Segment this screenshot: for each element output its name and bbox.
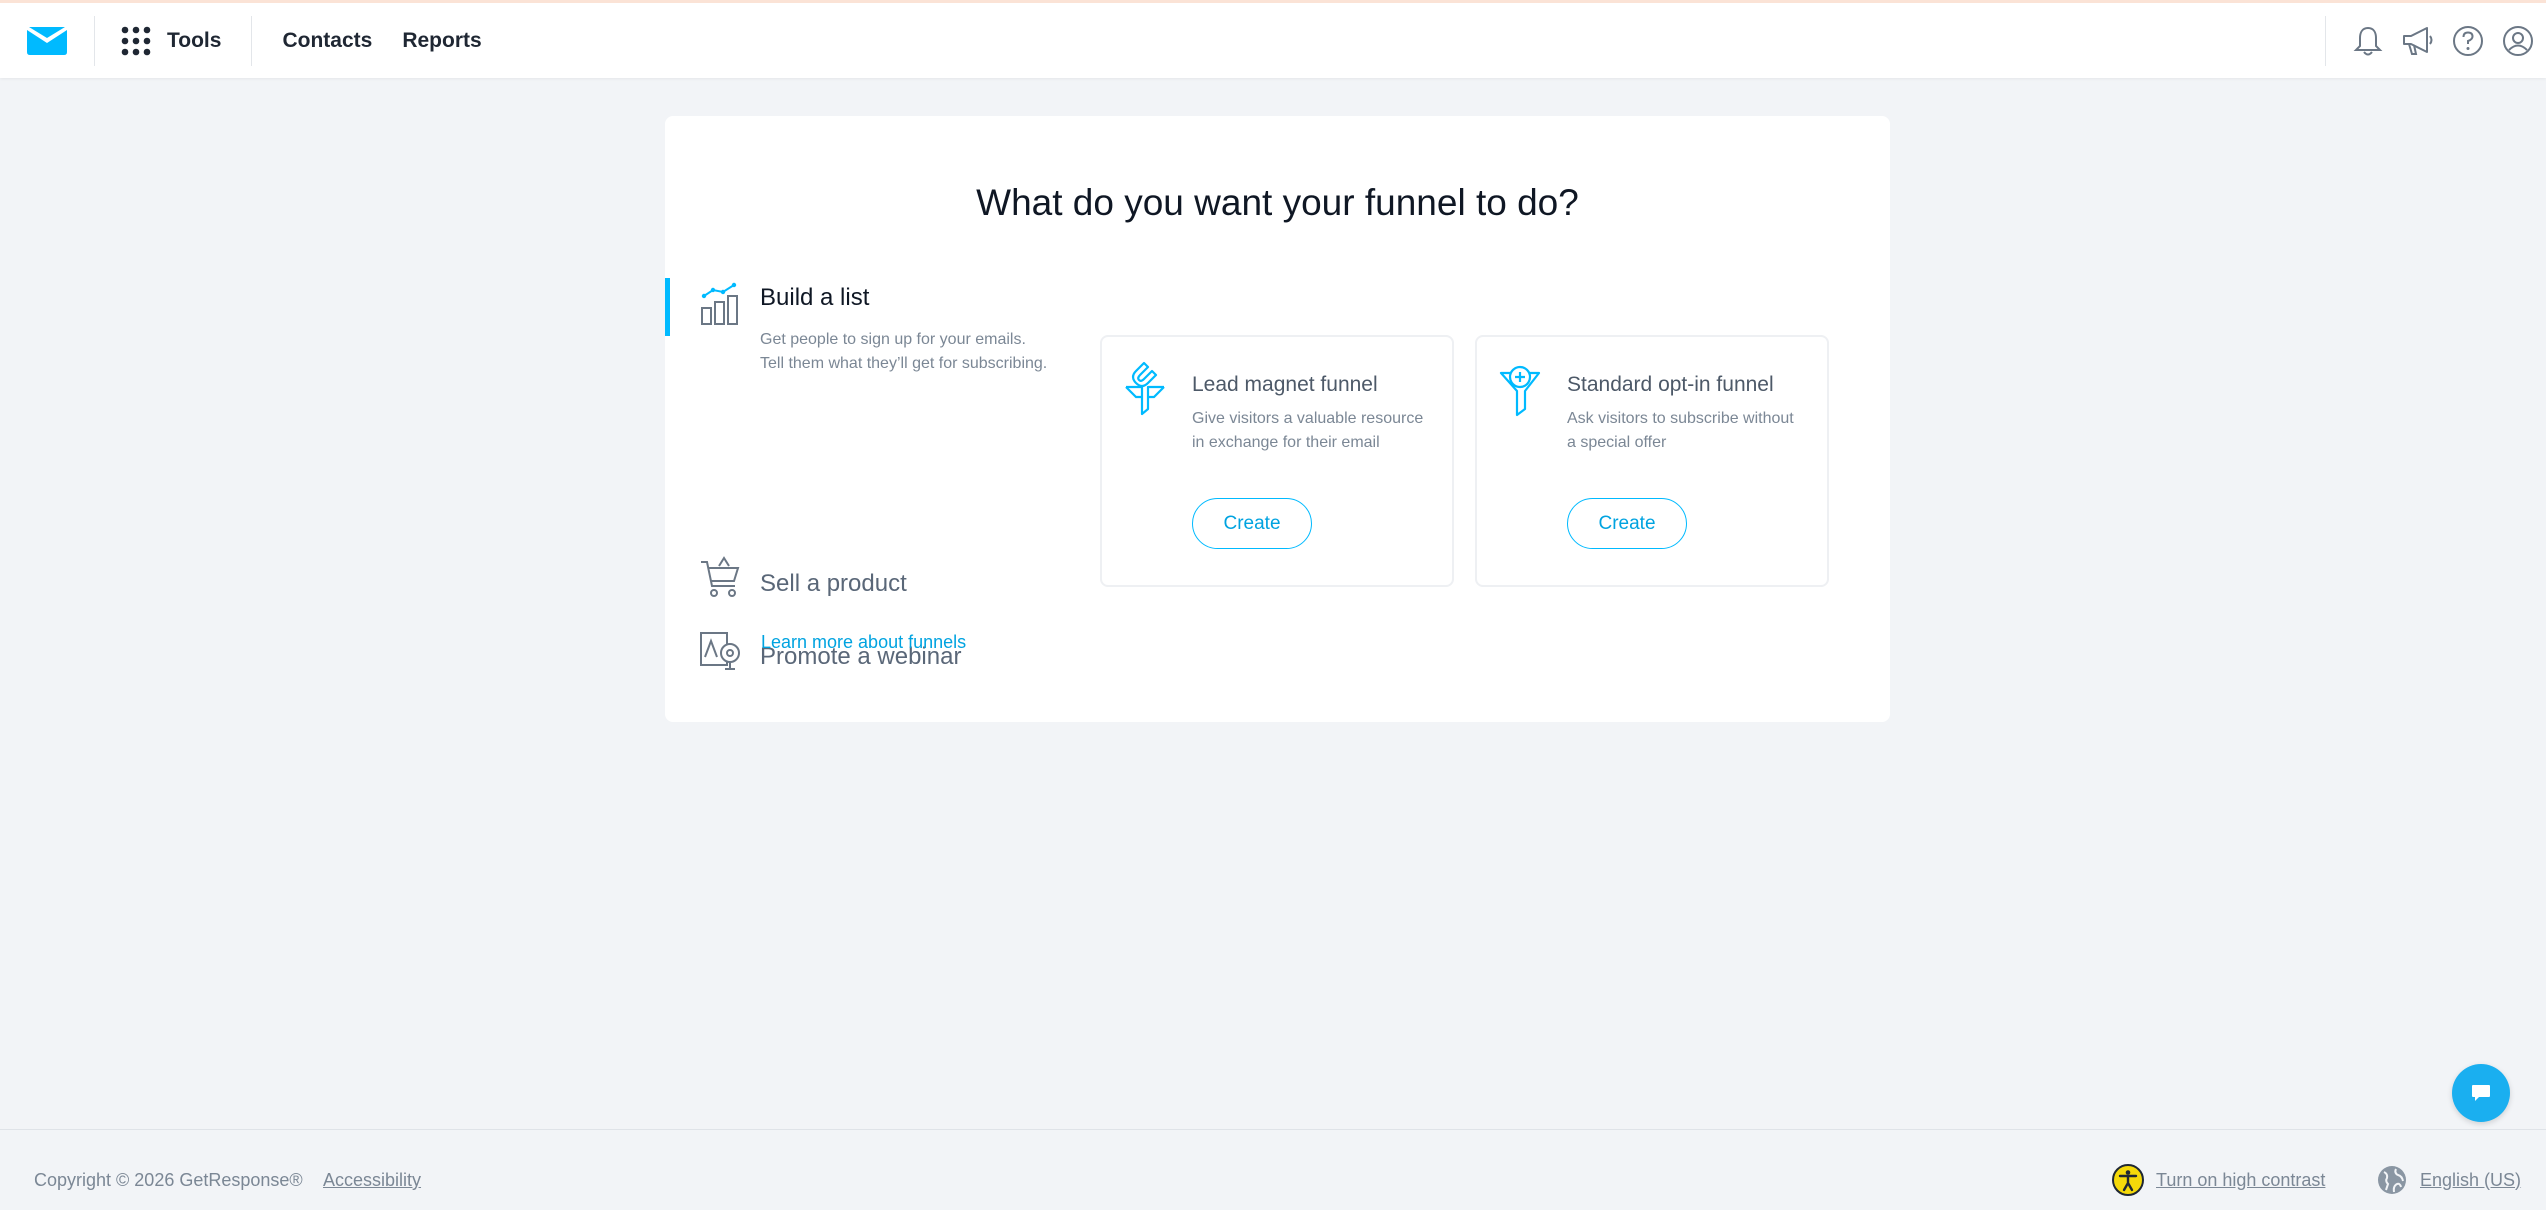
help-icon — [2453, 25, 2483, 56]
bell-icon — [2353, 26, 2383, 55]
high-contrast-toggle[interactable]: Turn on high contrast — [2112, 1164, 2325, 1196]
megaphone-icon — [2403, 26, 2433, 55]
tools-menu-button[interactable]: Tools — [95, 3, 251, 78]
help-button[interactable] — [2446, 19, 2490, 63]
language-selector[interactable]: English (US) — [2376, 1164, 2521, 1196]
page-title: What do you want your funnel to do? — [976, 182, 1579, 223]
learn-more-link[interactable]: Learn more about funnels — [761, 632, 966, 653]
funnel-description: Ask visitors to subscribe without a spec… — [1567, 410, 1794, 451]
account-icon — [2503, 25, 2533, 56]
create-standard-opt-in-funnel-button[interactable]: Create — [1567, 498, 1687, 549]
option-sell-a-product[interactable]: Sell a product — [665, 556, 1085, 600]
copyright-text: Copyright © 2026 GetResponse® — [34, 1170, 303, 1190]
option-title: Build a list — [760, 284, 870, 311]
accessibility-person-icon — [2112, 1164, 2144, 1196]
account-button[interactable] — [2496, 19, 2540, 63]
chat-button[interactable] — [2452, 1064, 2510, 1122]
nav-reports-link[interactable]: Reports — [402, 29, 481, 53]
chat-icon — [2472, 1085, 2490, 1101]
lead-magnet-funnel-card: Lead magnet funnel Give visitors a valua… — [1100, 335, 1454, 587]
option-title: Sell a product — [760, 570, 907, 597]
top-bar: Tools Contacts Reports — [0, 0, 2546, 78]
magnet-funnel-icon — [1125, 361, 1165, 416]
funnel-title: Lead magnet funnel — [1192, 373, 1378, 396]
nav-contacts-link[interactable]: Contacts — [282, 29, 372, 53]
globe-icon — [2378, 1166, 2406, 1194]
tools-label: Tools — [167, 28, 222, 52]
webinar-icon — [700, 632, 740, 670]
option-build-a-list[interactable]: Build a list Get people to sign up for y… — [665, 278, 1085, 376]
high-contrast-label: Turn on high contrast — [2156, 1169, 2326, 1190]
funnel-goal-card: What do you want your funnel to do? Buil… — [665, 116, 1890, 722]
opt-in-funnel-icon — [1499, 365, 1541, 417]
standard-opt-in-funnel-card: Standard opt-in funnel Ask visitors to s… — [1475, 335, 1829, 587]
grid-menu-icon — [121, 26, 151, 55]
getresponse-logo[interactable] — [0, 3, 94, 78]
notifications-button[interactable] — [2346, 19, 2390, 63]
chart-growth-icon — [701, 282, 738, 325]
language-label: English (US) — [2420, 1169, 2522, 1190]
top-right-actions — [2325, 3, 2546, 78]
option-description: Get people to sign up for your emails. T… — [760, 331, 1048, 372]
main-nav: Contacts Reports — [252, 3, 511, 78]
funnel-title: Standard opt-in funnel — [1567, 373, 1774, 396]
announcements-button[interactable] — [2396, 19, 2440, 63]
shopping-cart-icon — [701, 556, 740, 597]
funnel-description: Give visitors a valuable resource in exc… — [1192, 410, 1424, 451]
divider — [2325, 15, 2326, 66]
create-lead-magnet-funnel-button[interactable]: Create — [1192, 498, 1312, 549]
envelope-logo-icon — [27, 26, 67, 55]
footer: Copyright © 2026 GetResponse® Accessibil… — [0, 1129, 2546, 1210]
accessibility-link[interactable]: Accessibility — [323, 1170, 421, 1191]
